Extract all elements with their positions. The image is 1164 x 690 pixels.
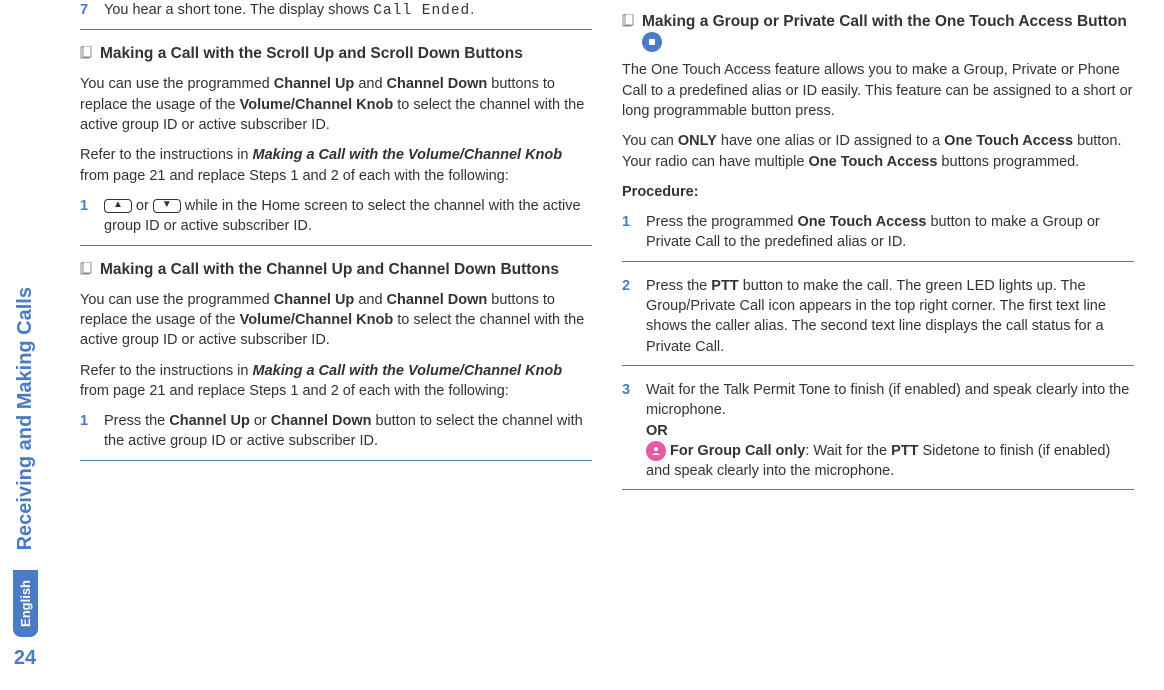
step-number: 7 bbox=[80, 0, 98, 21]
paragraph: You can ONLY have one alias or ID assign… bbox=[622, 131, 1134, 172]
procedure-step-3: 3 Wait for the Talk Permit Tone to finis… bbox=[622, 380, 1134, 481]
step-1-channel: 1 Press the Channel Up or Channel Down b… bbox=[80, 411, 592, 452]
step-body: You hear a short tone. The display shows… bbox=[104, 0, 592, 21]
or-label: OR bbox=[646, 423, 668, 439]
language-label: English bbox=[13, 570, 38, 637]
step-number: 1 bbox=[80, 196, 98, 237]
step-number: 2 bbox=[622, 276, 640, 357]
procedure-label: Procedure: bbox=[622, 182, 1134, 202]
display-text: Call Ended bbox=[373, 3, 470, 19]
sidebar: Receiving and Making Calls English 24 bbox=[0, 0, 50, 690]
step-1-scroll: 1 ▲ or ▼ while in the Home screen to sel… bbox=[80, 196, 592, 237]
procedure-step-1: 1 Press the programmed One Touch Access … bbox=[622, 212, 1134, 253]
heading-channel-buttons: Making a Call with the Channel Up and Ch… bbox=[80, 260, 592, 282]
section-icon bbox=[622, 14, 634, 34]
divider bbox=[622, 261, 1134, 262]
heading-text: Making a Call with the Channel Up and Ch… bbox=[100, 260, 559, 280]
step-body: ▲ or ▼ while in the Home screen to selec… bbox=[104, 196, 592, 237]
group-call-icon bbox=[646, 441, 666, 461]
step-body: Press the programmed One Touch Access bu… bbox=[646, 212, 1134, 253]
paragraph: Refer to the instructions in Making a Ca… bbox=[80, 145, 592, 186]
step-body: Press the Channel Up or Channel Down but… bbox=[104, 411, 592, 452]
section-icon bbox=[80, 46, 92, 66]
one-touch-access-icon bbox=[642, 32, 662, 52]
step-number: 3 bbox=[622, 380, 640, 481]
left-column: 7 You hear a short tone. The display sho… bbox=[65, 0, 607, 680]
scroll-up-icon: ▲ bbox=[104, 199, 132, 213]
paragraph: The One Touch Access feature allows you … bbox=[622, 60, 1134, 121]
divider bbox=[80, 245, 592, 246]
heading-text: Making a Call with the Scroll Up and Scr… bbox=[100, 44, 523, 64]
step-body: Wait for the Talk Permit Tone to finish … bbox=[646, 380, 1134, 481]
heading-one-touch: Making a Group or Private Call with the … bbox=[622, 12, 1134, 52]
divider bbox=[622, 489, 1134, 490]
step-number: 1 bbox=[80, 411, 98, 452]
paragraph: You can use the programmed Channel Up an… bbox=[80, 74, 592, 135]
divider bbox=[80, 460, 592, 461]
procedure-step-2: 2 Press the PTT button to make the call.… bbox=[622, 276, 1134, 357]
heading-text: Making a Group or Private Call with the … bbox=[642, 12, 1134, 52]
divider bbox=[622, 365, 1134, 366]
section-title: Receiving and Making Calls bbox=[14, 287, 37, 550]
step-body: Press the PTT button to make the call. T… bbox=[646, 276, 1134, 357]
section-icon bbox=[80, 262, 92, 282]
right-column: Making a Group or Private Call with the … bbox=[607, 0, 1149, 680]
main-content: 7 You hear a short tone. The display sho… bbox=[50, 0, 1164, 690]
divider bbox=[80, 29, 592, 30]
scroll-down-icon: ▼ bbox=[153, 199, 181, 213]
heading-scroll-buttons: Making a Call with the Scroll Up and Scr… bbox=[80, 44, 592, 66]
page-number: 24 bbox=[14, 647, 36, 670]
paragraph: You can use the programmed Channel Up an… bbox=[80, 290, 592, 351]
step-7: 7 You hear a short tone. The display sho… bbox=[80, 0, 592, 21]
step-number: 1 bbox=[622, 212, 640, 253]
paragraph: Refer to the instructions in Making a Ca… bbox=[80, 361, 592, 402]
